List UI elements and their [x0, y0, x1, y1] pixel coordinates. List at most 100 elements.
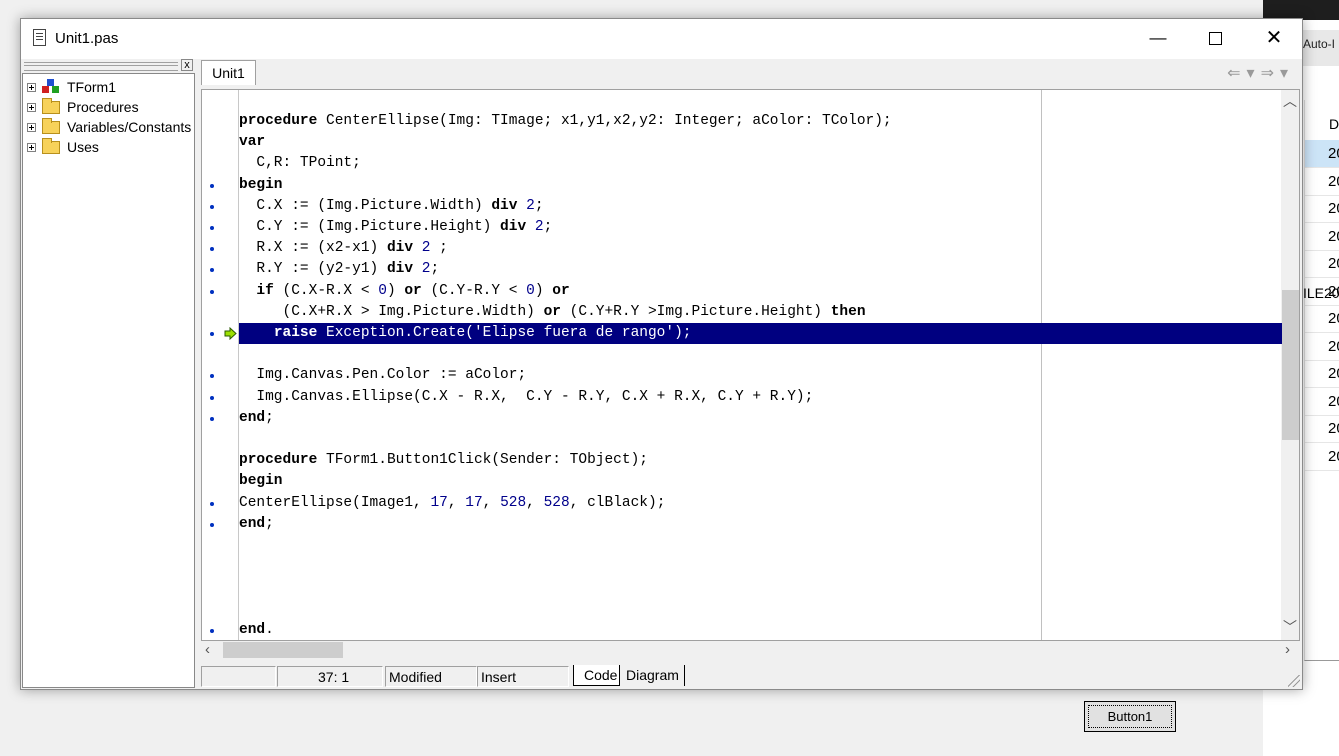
status-panel-empty — [201, 666, 276, 687]
code-line[interactable]: end; — [239, 514, 1282, 535]
explorer-close-button[interactable]: x — [181, 59, 193, 71]
code-editor[interactable]: ︿ ﹀ procedure CenterEllipse(Img: TImage;… — [201, 89, 1300, 641]
breakpoint-dot-icon[interactable] — [210, 289, 214, 294]
tab-code[interactable]: Code — [573, 665, 619, 686]
forward-arrow-icon[interactable]: ⇒ — [1261, 65, 1280, 82]
code-line[interactable]: end. — [239, 620, 1282, 640]
background-list-row[interactable]: 20 — [1305, 443, 1339, 471]
scroll-left-icon[interactable]: ‹ — [205, 641, 210, 659]
maximize-button[interactable] — [1186, 19, 1244, 57]
execution-point-line[interactable]: raise Exception.Create('Elipse fuera de … — [239, 323, 1282, 344]
expand-plus-icon[interactable] — [27, 102, 36, 112]
expand-plus-icon[interactable] — [27, 122, 36, 132]
code-keyword: div — [386, 240, 414, 257]
tree-item[interactable]: Procedures — [27, 97, 139, 117]
breakpoint-dot-icon[interactable] — [210, 183, 214, 188]
code-line[interactable]: CenterEllipse(Image1, 17, 17, 528, 528, … — [239, 493, 1282, 514]
breakpoint-dot-icon[interactable] — [210, 395, 214, 400]
expand-plus-icon[interactable] — [27, 82, 36, 92]
code-line[interactable]: begin — [239, 175, 1282, 196]
code-line[interactable]: (C.X+R.X > Img.Picture.Width) or (C.Y+R.… — [239, 302, 1282, 323]
vertical-scroll-thumb[interactable] — [1282, 290, 1299, 440]
back-arrow-icon[interactable]: ⇐ — [1227, 65, 1246, 82]
code-line[interactable]: if (C.X-R.X < 0) or (C.Y-R.Y < 0) or — [239, 281, 1282, 302]
code-text: (C.X-R.X < — [273, 282, 379, 299]
background-list-row[interactable]: 20 — [1305, 360, 1339, 388]
code-line[interactable]: begin — [239, 471, 1282, 492]
navigation-arrows[interactable]: ⇐▾⇒▾ — [1227, 63, 1294, 83]
breakpoint-dot-icon[interactable] — [210, 522, 214, 527]
breakpoint-dot-icon[interactable] — [210, 204, 214, 209]
tree-item[interactable]: Variables/Constants — [27, 117, 191, 137]
explorer-grip[interactable] — [24, 62, 178, 71]
horizontal-scrollbar[interactable]: ‹ › — [201, 641, 1302, 659]
folder-icon — [42, 117, 60, 134]
document-icon — [33, 29, 46, 46]
code-text: CenterEllipse(Img: TImage; x1,y1,x2,y2: … — [317, 113, 892, 129]
breakpoint-dot-icon[interactable] — [210, 226, 214, 230]
code-keyword: div — [386, 261, 414, 278]
code-number: 528 — [543, 494, 570, 511]
background-list-row[interactable]: 20 — [1305, 168, 1339, 196]
vertical-scrollbar[interactable]: ︿ ﹀ — [1281, 90, 1299, 640]
background-list-row[interactable]: 20 — [1305, 305, 1339, 333]
code-line[interactable]: C.X := (Img.Picture.Width) div 2; — [239, 196, 1282, 217]
background-list-row[interactable]: 20 — [1305, 250, 1339, 278]
scroll-right-icon[interactable]: › — [1285, 641, 1290, 659]
scroll-up-icon[interactable]: ︿ — [1281, 92, 1299, 110]
button1[interactable]: Button1 — [1084, 701, 1176, 732]
code-number: 17 — [430, 494, 448, 511]
code-line[interactable] — [239, 556, 1282, 577]
code-text: (C.Y+R.Y >Img.Picture.Height) — [560, 303, 831, 320]
code-keyword: raise — [273, 325, 318, 341]
expand-plus-icon[interactable] — [27, 142, 36, 152]
background-list-row[interactable]: 20 — [1305, 333, 1339, 361]
code-line[interactable]: procedure CenterEllipse(Img: TImage; x1,… — [239, 111, 1282, 132]
code-line[interactable] — [239, 535, 1282, 556]
code-line[interactable] — [239, 599, 1282, 620]
code-keyword: or — [404, 282, 422, 299]
breakpoint-dot-icon[interactable] — [210, 501, 214, 506]
code-line[interactable]: Img.Canvas.Ellipse(C.X - R.X, C.Y - R.Y,… — [239, 387, 1282, 408]
code-line[interactable]: Img.Canvas.Pen.Color := aColor; — [239, 365, 1282, 386]
code-line[interactable] — [239, 429, 1282, 450]
title-bar[interactable]: Unit1.pas — ✕ — [21, 19, 1302, 59]
code-text: R.Y := (y2-y1) — [239, 261, 387, 278]
horizontal-scroll-thumb[interactable] — [223, 642, 343, 658]
code-line[interactable]: end; — [239, 408, 1282, 429]
background-list-row[interactable]: 20 — [1305, 388, 1339, 416]
maximize-icon — [1208, 32, 1222, 46]
background-list-row[interactable]: 20 — [1305, 223, 1339, 251]
editor-gutter[interactable] — [202, 90, 239, 640]
chevron-down-icon[interactable]: ▾ — [1247, 65, 1261, 82]
code-line[interactable]: var — [239, 132, 1282, 153]
chevron-down-icon[interactable]: ▾ — [1280, 65, 1294, 82]
code-line[interactable] — [239, 344, 1282, 365]
background-list-cell: 20 — [1328, 420, 1339, 437]
code-line[interactable]: R.Y := (y2-y1) div 2; — [239, 259, 1282, 280]
breakpoint-dot-icon[interactable] — [210, 628, 214, 633]
breakpoint-dot-icon[interactable] — [210, 416, 214, 421]
code-number: 528 — [500, 494, 527, 511]
code-line[interactable]: procedure TForm1.Button1Click(Sender: TO… — [239, 450, 1282, 471]
modified-status: Modified — [385, 666, 477, 687]
background-list-row[interactable]: 20 — [1305, 415, 1339, 443]
resize-grip[interactable] — [1288, 675, 1300, 687]
tree-item[interactable]: Uses — [27, 137, 99, 157]
code-line[interactable]: C.Y := (Img.Picture.Height) div 2; — [239, 217, 1282, 238]
code-line[interactable] — [239, 577, 1282, 598]
background-list-row[interactable]: 20 — [1305, 140, 1339, 168]
tree-item[interactable]: TForm1 — [27, 77, 116, 97]
breakpoint-dot-icon[interactable] — [210, 332, 214, 336]
scroll-down-icon[interactable]: ﹀ — [1281, 618, 1299, 636]
folder-icon — [42, 137, 60, 154]
minimize-button[interactable]: — — [1129, 19, 1187, 57]
tab-unit1[interactable]: Unit1 — [201, 60, 256, 85]
code-line[interactable]: C,R: TPoint; — [239, 153, 1282, 174]
tab-diagram[interactable]: Diagram — [619, 665, 685, 686]
code-line[interactable]: R.X := (x2-x1) div 2 ; — [239, 238, 1282, 259]
close-button[interactable]: ✕ — [1245, 19, 1303, 57]
background-list-row[interactable]: 20 — [1305, 195, 1339, 223]
